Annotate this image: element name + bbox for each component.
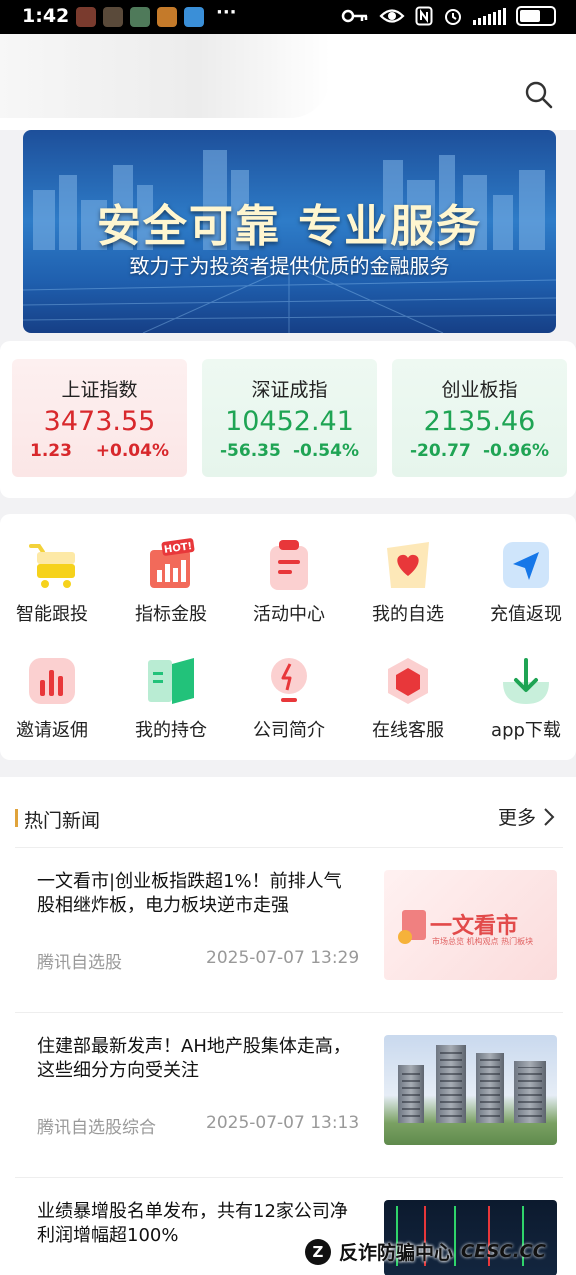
menu-label: 邀请返佣 [16, 720, 88, 741]
more-link[interactable]: 更多 [498, 803, 556, 830]
menu-item-online-service[interactable]: 在线客服 [350, 654, 466, 742]
menu-label: 在线客服 [372, 720, 444, 741]
building-image [476, 1053, 504, 1123]
menu-label: 指标金股 [135, 604, 207, 625]
index-card-shenzhen[interactable]: 深证成指 10452.41 -56.35 -0.54% [202, 359, 377, 477]
chevron-right-icon [544, 807, 555, 826]
heart-icon [387, 542, 429, 588]
menu-label: 我的持仓 [135, 720, 207, 741]
watermark-domain: CESC.CC [461, 1241, 546, 1262]
app-notification-icon [103, 7, 123, 27]
index-change: 1.23 [30, 441, 72, 461]
send-icon [503, 542, 549, 588]
app-notification-icon [130, 7, 150, 27]
promo-banner[interactable]: 安全可靠 专业服务 致力于为投资者提供优质的金融服务 [23, 130, 556, 333]
menu-item-activity-center[interactable]: 活动中心 [231, 538, 347, 626]
menu-item-app-download[interactable]: app下载 [468, 654, 576, 742]
app-header [0, 34, 576, 130]
blurred-logo-area [0, 34, 330, 118]
section-accent-bar [15, 809, 18, 827]
clipboard-icon [270, 540, 308, 590]
search-icon[interactable] [524, 80, 554, 110]
alarm-icon [445, 9, 461, 25]
news-title: 住建部最新发声！AH地产股集体走高，这些细分方向受关注 [37, 1036, 351, 1081]
menu-label: 智能跟投 [16, 604, 88, 625]
book-icon [148, 658, 194, 704]
function-menu: 智能跟投 HOT! 指标金股 活动中心 我的自选 充值返现 邀请返佣 我的持仓 … [0, 514, 576, 760]
index-percent: -0.96% [482, 441, 549, 461]
banner-subtitle: 致力于为投资者提供优质的金融服务 [129, 254, 450, 278]
menu-item-my-holdings[interactable]: 我的持仓 [113, 654, 229, 742]
bar-chart-icon [29, 658, 75, 704]
sun-icon [398, 930, 412, 944]
menu-label: app下载 [491, 720, 561, 741]
index-value: 3473.55 [43, 406, 156, 437]
index-card-chinext[interactable]: 创业板指 2135.46 -20.77 -0.96% [392, 359, 567, 477]
status-indicators [341, 6, 556, 26]
eye-icon [379, 9, 405, 23]
banner-title: 安全可靠 专业服务 [96, 201, 483, 252]
nfc-icon [415, 6, 433, 26]
status-app-icons [76, 7, 204, 27]
news-source: 腾讯自选股综合 [37, 1118, 156, 1138]
index-change: -20.77 [410, 441, 471, 461]
news-thumbnail: 一文看市 市场总览 机构观点 热门板块 [384, 870, 557, 980]
app-notification-icon [157, 7, 177, 27]
battery-icon [516, 6, 556, 26]
app-notification-icon [76, 7, 96, 27]
index-percent: -0.54% [292, 441, 359, 461]
index-name: 上证指数 [61, 379, 138, 401]
news-thumbnail [384, 1035, 557, 1145]
building-image [514, 1061, 546, 1123]
thumbnail-subtitle: 市场总览 机构观点 热门板块 [432, 937, 534, 946]
anti-fraud-watermark: Z 反诈防骗中心 CESC.CC [305, 1238, 546, 1265]
watermark-text: 反诈防骗中心 [339, 1242, 454, 1264]
news-date: 2025-07-07 13:13 [206, 1113, 360, 1133]
hot-news-section: 热门新闻 更多 一文看市|创业板指跌超1%！前排人气股相继炸板，电力板块逆市走强… [0, 777, 576, 1275]
watermark-logo: Z [305, 1238, 331, 1265]
news-source: 腾讯自选股 [37, 953, 122, 973]
hot-chart-icon: HOT! [150, 538, 195, 588]
bulb-icon [271, 658, 307, 702]
key-icon [341, 9, 368, 23]
index-value: 10452.41 [225, 406, 354, 437]
menu-item-recharge-cashback[interactable]: 充值返现 [468, 538, 576, 626]
news-item[interactable]: 一文看市|创业板指跌超1%！前排人气股相继炸板，电力板块逆市走强 腾讯自选股 2… [15, 847, 563, 1012]
menu-label: 公司简介 [253, 720, 325, 741]
index-value: 2135.46 [423, 406, 536, 437]
menu-item-watchlist[interactable]: 我的自选 [350, 538, 466, 626]
menu-label: 活动中心 [253, 604, 325, 625]
news-date: 2025-07-07 13:29 [206, 948, 360, 968]
menu-item-indicator-stocks[interactable]: HOT! 指标金股 [113, 538, 229, 626]
hexagon-icon [388, 658, 428, 704]
index-percent: +0.04% [95, 441, 169, 461]
section-title: 热门新闻 [24, 810, 101, 832]
menu-item-smart-follow[interactable]: 智能跟投 [0, 538, 110, 626]
building-image [398, 1065, 424, 1123]
signal-icon [473, 7, 506, 25]
index-name: 创业板指 [441, 379, 518, 401]
menu-item-invite-commission[interactable]: 邀请返佣 [0, 654, 110, 742]
status-overflow: ··· [216, 2, 237, 23]
status-bar: 1:42 ··· [0, 0, 576, 34]
menu-label: 充值返现 [490, 604, 562, 625]
news-title: 一文看市|创业板指跌超1%！前排人气股相继炸板，电力板块逆市走强 [37, 871, 342, 916]
index-card-shanghai[interactable]: 上证指数 3473.55 1.23 +0.04% [12, 359, 187, 477]
index-change: -56.35 [220, 441, 281, 461]
index-name: 深证成指 [251, 379, 328, 401]
menu-item-company-profile[interactable]: 公司简介 [231, 654, 347, 742]
status-time: 1:42 [22, 5, 70, 27]
app-notification-icon [184, 7, 204, 27]
download-icon [503, 658, 549, 704]
cart-icon [29, 544, 75, 588]
market-index-panel: 上证指数 3473.55 1.23 +0.04% 深证成指 10452.41 -… [0, 341, 576, 498]
menu-label: 我的自选 [372, 604, 444, 625]
news-item[interactable]: 住建部最新发声！AH地产股集体走高，这些细分方向受关注 腾讯自选股综合 2025… [15, 1012, 563, 1177]
building-image [436, 1045, 466, 1123]
more-label: 更多 [497, 807, 536, 829]
news-header: 热门新闻 更多 [0, 777, 576, 847]
